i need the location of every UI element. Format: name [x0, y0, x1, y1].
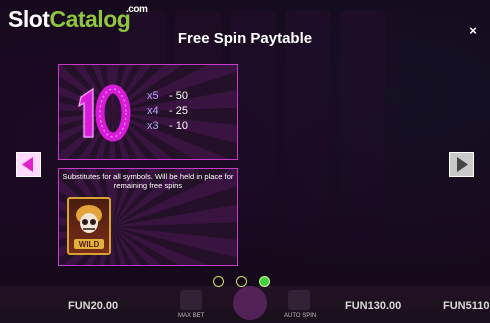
ten-symbol-icon — [78, 84, 131, 142]
page-indicator — [213, 276, 270, 287]
paytable-title: Free Spin Paytable — [177, 30, 313, 47]
pay-row: x4 - 25 — [147, 104, 188, 119]
max-bet-label: MAX BET — [178, 313, 205, 319]
pay-row: x5 - 50 — [147, 89, 188, 104]
balance-amount: FUN5110 — [443, 300, 490, 312]
bet-amount: FUN20.00 — [68, 300, 119, 312]
pay-list: x5 - 50 x4 - 25 x3 - 10 — [147, 89, 188, 134]
pay-value: - 50 — [169, 90, 188, 102]
max-bet-button[interactable] — [180, 290, 202, 310]
arrow-right-icon — [457, 157, 468, 172]
pay-value: - 25 — [169, 105, 188, 117]
pay-row: x3 - 10 — [147, 119, 188, 134]
arrow-left-icon — [22, 157, 33, 172]
pay-value: - 10 — [169, 120, 188, 132]
skull-icon: WILD — [74, 205, 104, 249]
next-page-button[interactable] — [449, 152, 474, 177]
wild-symbol-card: Substitutes for all symbols. Will be hel… — [58, 168, 238, 266]
win-amount: FUN130.00 — [345, 300, 402, 312]
symbol-10-card: x5 - 50 x4 - 25 x3 - 10 — [58, 64, 238, 160]
wild-label: WILD — [79, 240, 100, 249]
logo-catalog-text: Catalog — [49, 6, 131, 32]
prev-page-button[interactable] — [16, 152, 41, 177]
page-dot-3[interactable] — [259, 276, 270, 287]
logo-dotcom-text: .com — [126, 4, 148, 15]
logo-slot-text: Slot — [8, 6, 50, 32]
page-dot-2[interactable] — [236, 276, 247, 287]
auto-spin-label: AUTO SPIN — [284, 313, 317, 319]
page-dot-1[interactable] — [213, 276, 224, 287]
auto-spin-button[interactable] — [288, 290, 310, 310]
pay-multiplier: x3 — [147, 120, 159, 132]
close-icon[interactable]: × — [466, 24, 480, 38]
slotcatalog-logo: SlotCatalog .com — [8, 5, 148, 32]
pay-multiplier: x5 — [147, 90, 159, 102]
pay-multiplier: x4 — [147, 105, 159, 117]
spin-button[interactable] — [233, 286, 267, 320]
wild-symbol-icon: WILD — [67, 197, 111, 255]
wild-description: Substitutes for all symbols. Will be hel… — [62, 172, 234, 190]
